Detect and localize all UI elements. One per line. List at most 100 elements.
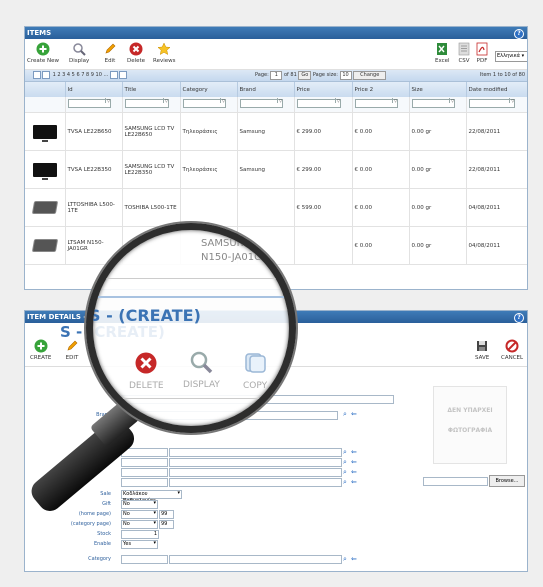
page-input[interactable]: 1 [270,71,283,80]
table-row[interactable]: TVSA LE22B350 SAMSUNG LCD TV LE22B350 Τη… [25,150,527,189]
search-icon[interactable]: ⌕ [343,478,347,487]
filter-input[interactable] [182,98,227,108]
column-header[interactable]: Date modified [466,82,527,97]
column-header[interactable]: Brand [237,82,295,97]
clear-arrow-icon[interactable]: ⇐ [351,410,357,418]
pencil-icon [67,340,78,351]
reviews-button[interactable]: Reviews [153,42,176,64]
language-select[interactable]: Ελληνικά ▾ [495,51,527,62]
filter-input[interactable] [468,98,516,108]
enable-select[interactable]: Yes [121,540,158,549]
column-header[interactable]: Category [180,82,238,97]
field[interactable] [121,448,168,457]
csv-icon [458,42,470,56]
search-icon[interactable]: ⌕ [343,468,347,477]
magnifying-glass: SAMSUNG NET N150-JA01GR S - (CREATE) DEL… [86,223,296,433]
copy-icon [245,353,266,373]
create-new-button[interactable]: Create New [27,42,59,64]
change-button[interactable]: Change [353,71,387,80]
csv-button[interactable]: CSV [457,42,471,64]
help-icon[interactable]: ? [514,313,524,323]
pager-bar: 1 2 3 4 5 6 7 8 9 10 ... Page: 1 of 81 G… [25,70,527,82]
no-photo-placeholder: ΔΕΝ ΥΠΑΡΧΕΙ ΦΩΤΟΓΡΑΦΙΑ [433,386,507,464]
field[interactable] [169,448,342,457]
zoomed-product-name: SAMSUNG NET N150-JA01GR [201,238,275,263]
first-page-icon[interactable] [33,70,41,79]
create-button[interactable]: CREATE [30,339,51,361]
browse-button[interactable]: Browse... [489,475,525,487]
filter-input[interactable] [411,98,456,108]
search-icon[interactable]: ⌕ [343,458,347,467]
laptop-image [31,239,58,252]
edit-button[interactable]: Edit [103,42,117,64]
search-icon[interactable]: ⌕ [343,448,347,457]
pdf-button[interactable]: PDF [475,42,489,64]
display-button[interactable]: Display [69,42,89,64]
table-row[interactable]: LTTOSHIBA L500-1TE TOSHIBA L500-1TE € 59… [25,188,527,227]
clear-arrow-icon[interactable]: ⇐ [351,458,357,466]
cancel-icon [505,339,519,353]
plus-icon [34,339,48,353]
clear-arrow-icon[interactable]: ⇐ [351,468,357,476]
home-order-field[interactable]: 99 [159,510,174,519]
stock-field[interactable]: 1 [121,530,159,539]
clear-arrow-icon[interactable]: ⇐ [351,555,357,563]
filter-row [25,97,527,113]
filter-input[interactable] [67,98,112,108]
category-code-field[interactable] [121,555,168,564]
magnifier-icon [73,43,86,56]
help-icon[interactable]: ? [514,29,524,39]
zoomed-copy-button[interactable]: COPY [243,352,267,391]
column-header[interactable]: Price [294,82,353,97]
items-title-bar: ITEMS ? [25,27,527,39]
details-title: ITEM DETAILS - [27,313,87,321]
field[interactable] [169,468,342,477]
column-header[interactable]: Price 2 [352,82,410,97]
go-button[interactable]: Go [298,71,312,80]
save-button[interactable]: SAVE [475,339,489,361]
clear-arrow-icon[interactable]: ⇐ [351,448,357,456]
home-page-select[interactable]: No [121,510,158,519]
category-order-field[interactable]: 99 [159,520,174,529]
tv-image [32,162,57,180]
search-icon[interactable]: ⌕ [343,555,347,564]
field[interactable] [169,458,342,467]
sale-select[interactable]: Κοδλάκου Βαθμολογίας [121,490,182,504]
clear-arrow-icon[interactable]: ⇐ [351,478,357,486]
zoomed-delete-button[interactable]: DELETE [129,352,164,391]
filter-input[interactable] [296,98,341,108]
last-page-icon[interactable] [118,70,127,79]
delete-button[interactable]: Delete [127,42,145,64]
edit-button[interactable]: EDIT [65,339,79,361]
delete-x-icon [135,352,157,374]
next-page-icon[interactable] [109,70,118,79]
filter-input[interactable] [239,98,284,108]
filter-input[interactable] [354,98,399,108]
zoomed-heading: S - (CREATE) [89,306,201,325]
field[interactable] [169,478,342,487]
column-header[interactable]: Id [65,82,123,97]
excel-icon [437,43,448,55]
field[interactable] [121,468,168,477]
delete-x-icon [129,42,143,56]
filter-input[interactable] [124,98,169,108]
page-links[interactable]: 1 2 3 4 5 6 7 8 9 10 ... [53,72,109,78]
file-path-field[interactable] [423,477,488,486]
magnifier-icon [191,351,213,374]
column-header[interactable]: Title [122,82,181,97]
cancel-button[interactable]: CANCEL [501,339,523,361]
excel-button[interactable]: Excel [435,42,450,64]
category-page-select[interactable]: No [121,520,158,529]
zoomed-display-button[interactable]: DISPLAY [183,350,220,390]
items-title: ITEMS [27,29,52,37]
category-field[interactable] [169,555,342,564]
field[interactable] [121,458,168,467]
gift-select[interactable]: No [121,500,158,509]
table-row[interactable]: TVSA LE22B650 SAMSUNG LCD TV LE22B650 Τη… [25,112,527,151]
star-icon [157,42,171,56]
field[interactable] [121,478,168,487]
search-icon[interactable]: ⌕ [343,410,347,419]
page-size-input[interactable]: 10 [339,71,352,80]
column-header[interactable]: Size [409,82,467,97]
prev-page-icon[interactable] [42,70,50,79]
